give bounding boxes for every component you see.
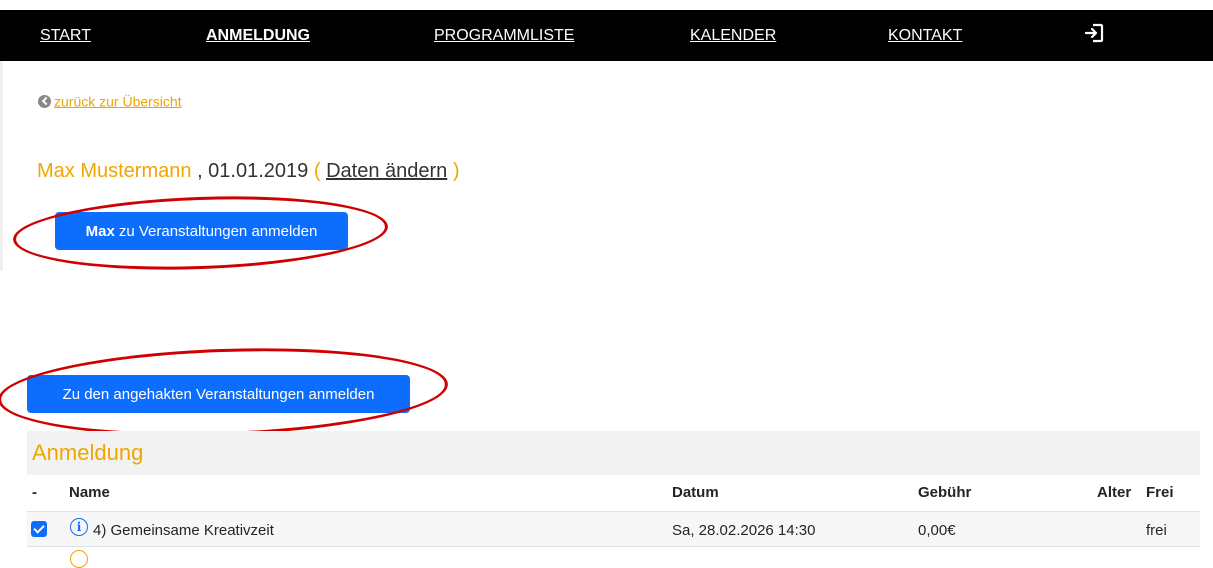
row-date: Sa, 28.02.2026 14:30 <box>672 522 816 539</box>
person-birthdate: , 01.01.2019 <box>197 160 309 182</box>
register-person-label: zu Veranstaltungen anmelden <box>118 222 318 240</box>
col-name: Name <box>69 484 110 501</box>
nav-kalender[interactable]: KALENDER <box>690 27 776 45</box>
row-name: 4) Gemeinsame Kreativzeit <box>93 522 274 539</box>
col-fee: Gebühr <box>918 484 972 501</box>
register-person-button[interactable]: Max zu Veranstaltungen anmelden <box>55 212 348 250</box>
top-nav: START ANMELDUNG PROGRAMMLISTE KALENDER K… <box>0 10 1213 61</box>
col-age: Alter <box>1097 484 1132 501</box>
register-person-name: Max <box>85 222 115 240</box>
row-fee: 0,00€ <box>918 522 956 539</box>
nav-anmeldung[interactable]: ANMELDUNG <box>206 27 310 45</box>
left-border <box>0 61 3 271</box>
back-link-text[interactable]: zurück zur Übersicht <box>54 93 182 109</box>
person-line: Max Mustermann , 01.01.2019 ( Daten ände… <box>37 160 460 183</box>
row-free: frei <box>1146 522 1167 539</box>
logout-icon[interactable] <box>1084 23 1104 43</box>
col-select: - <box>32 484 37 501</box>
divider <box>27 546 1200 547</box>
paren-open: ( <box>313 160 321 182</box>
chevron-left-icon <box>38 94 51 108</box>
info-icon[interactable] <box>70 550 88 568</box>
nav-start[interactable]: START <box>40 27 91 45</box>
panel-header: Anmeldung <box>27 431 1200 475</box>
register-checked-button[interactable]: Zu den angehakten Veranstaltungen anmeld… <box>27 375 410 413</box>
nav-programmliste[interactable]: PROGRAMMLISTE <box>434 27 574 45</box>
nav-kontakt[interactable]: KONTAKT <box>888 27 962 45</box>
panel-title: Anmeldung <box>32 440 144 465</box>
col-date: Datum <box>672 484 719 501</box>
info-icon[interactable]: i <box>70 518 88 536</box>
row-checkbox[interactable] <box>31 521 47 537</box>
person-name: Max Mustermann <box>37 160 192 182</box>
back-link[interactable]: zurück zur Übersicht <box>38 92 182 109</box>
col-free: Frei <box>1146 484 1174 501</box>
edit-data-link[interactable]: Daten ändern <box>326 160 447 182</box>
paren-close: ) <box>452 160 460 182</box>
